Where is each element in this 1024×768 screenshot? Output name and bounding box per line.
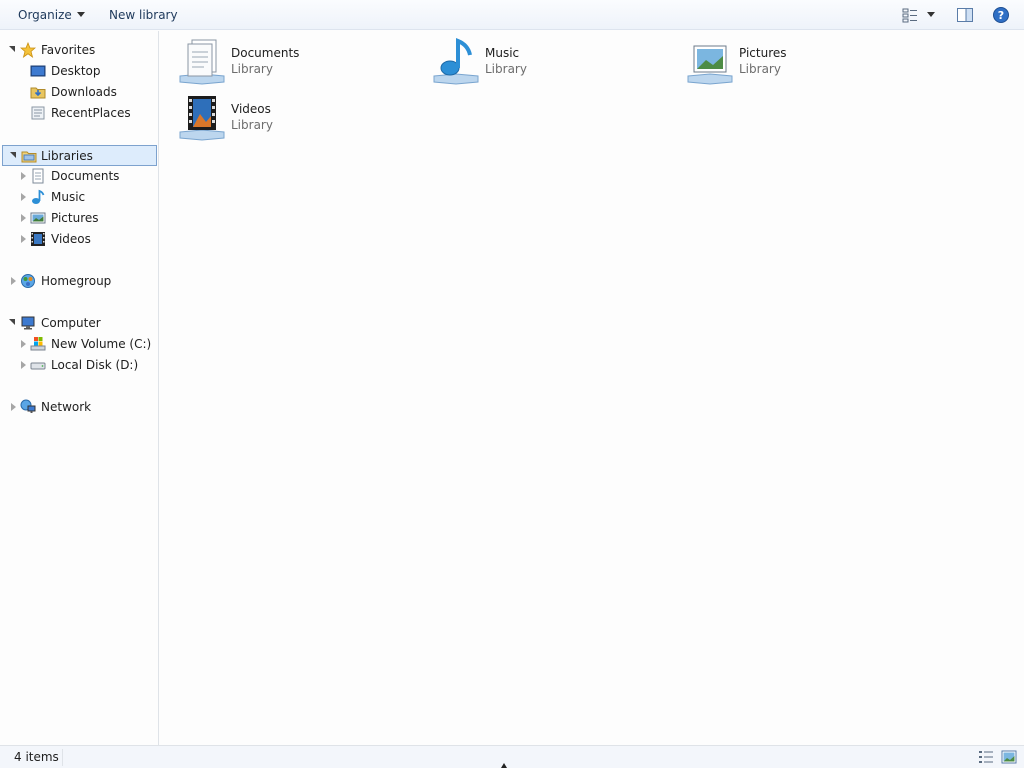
videos-icon xyxy=(30,231,46,247)
documents-icon xyxy=(30,168,46,184)
tile-type: Library xyxy=(485,62,527,76)
tile-name: Pictures xyxy=(739,46,787,60)
star-icon xyxy=(19,41,37,58)
nav-network-label: Network xyxy=(41,400,92,414)
tile-type: Library xyxy=(739,62,781,76)
nav-item-label: Music xyxy=(51,190,86,204)
expand-arrow-icon[interactable] xyxy=(21,172,26,180)
pictures-library-icon xyxy=(686,38,734,86)
nav-item-documents[interactable]: Documents xyxy=(0,166,157,187)
preview-pane-icon[interactable] xyxy=(956,6,974,24)
documents-library-icon xyxy=(178,38,226,86)
chevron-down-icon xyxy=(76,12,85,17)
expand-arrow-icon[interactable] xyxy=(21,235,26,243)
help-icon[interactable]: ? xyxy=(992,6,1010,24)
computer-icon xyxy=(20,315,36,331)
status-separator xyxy=(62,749,63,766)
expand-arrow-icon[interactable] xyxy=(21,340,26,348)
nav-item-pictures[interactable]: Pictures xyxy=(0,208,157,229)
nav-item-label: RecentPlaces xyxy=(51,106,131,120)
homegroup-icon xyxy=(20,273,36,289)
library-tile-videos[interactable]: Videos Library xyxy=(178,94,418,146)
drive-icon xyxy=(30,336,46,352)
expand-arrow-icon[interactable] xyxy=(21,193,26,201)
pictures-icon xyxy=(30,210,46,226)
library-tile-pictures[interactable]: Pictures Library xyxy=(686,38,926,90)
nav-item-label: Downloads xyxy=(51,85,117,99)
large-icons-view-icon[interactable] xyxy=(1001,750,1017,764)
nav-item-videos[interactable]: Videos xyxy=(0,229,157,250)
nav-libraries-label: Libraries xyxy=(41,149,93,163)
nav-homegroup[interactable]: Homegroup xyxy=(0,271,157,292)
nav-item-label: Documents xyxy=(51,169,120,183)
expand-arrow-icon[interactable] xyxy=(21,361,26,369)
music-library-icon xyxy=(432,38,480,86)
nav-item-new-volume-c[interactable]: New Volume (C:) xyxy=(0,334,157,355)
nav-item-label: Videos xyxy=(51,232,91,246)
desktop-icon xyxy=(30,63,46,79)
svg-text:?: ? xyxy=(998,9,1004,22)
tile-type: Library xyxy=(231,62,273,76)
nav-item-recentplaces[interactable]: RecentPlaces xyxy=(0,103,157,124)
recent-places-icon xyxy=(30,105,46,121)
details-view-icon[interactable] xyxy=(978,750,994,764)
organize-label: Organize xyxy=(18,8,72,22)
expand-arrow-icon[interactable] xyxy=(21,214,26,222)
command-bar: Organize New library ? xyxy=(0,0,1024,30)
nav-item-label: Local Disk (D:) xyxy=(51,358,139,372)
organize-button[interactable]: Organize xyxy=(18,7,85,23)
expand-arrow-icon[interactable] xyxy=(11,277,16,285)
nav-favorites-label: Favorites xyxy=(41,43,96,57)
music-icon xyxy=(30,189,46,205)
nav-item-label: Pictures xyxy=(51,211,99,225)
library-tile-documents[interactable]: Documents Library xyxy=(178,38,418,90)
nav-network[interactable]: Network xyxy=(0,397,157,418)
mouse-cursor xyxy=(501,763,507,768)
navigation-pane xyxy=(0,31,158,745)
item-count: 4 items xyxy=(14,750,59,764)
videos-library-icon xyxy=(178,94,226,142)
nav-item-downloads[interactable]: Downloads xyxy=(0,82,157,103)
nav-libraries[interactable]: Libraries xyxy=(2,145,157,166)
tile-name: Music xyxy=(485,46,520,60)
status-bar: 4 items xyxy=(0,745,1024,768)
tile-name: Videos xyxy=(231,102,271,116)
downloads-icon xyxy=(30,84,46,100)
libraries-icon xyxy=(21,148,37,164)
nav-homegroup-label: Homegroup xyxy=(41,274,112,288)
nav-computer-label: Computer xyxy=(41,316,101,330)
views-dropdown-icon[interactable] xyxy=(927,12,935,17)
tile-name: Documents xyxy=(231,46,300,60)
tile-type: Library xyxy=(231,118,273,132)
nav-favorites[interactable]: Favorites xyxy=(0,40,157,61)
disk-icon xyxy=(30,357,46,373)
network-icon xyxy=(20,399,36,415)
nav-item-desktop[interactable]: Desktop xyxy=(0,61,157,82)
new-library-button[interactable]: New library xyxy=(109,7,178,23)
nav-item-label: Desktop xyxy=(51,64,101,78)
pane-divider[interactable] xyxy=(158,31,159,745)
expand-arrow-icon[interactable] xyxy=(9,319,15,325)
nav-computer[interactable]: Computer xyxy=(0,313,157,334)
nav-item-music[interactable]: Music xyxy=(0,187,157,208)
change-view-icon[interactable] xyxy=(901,6,919,24)
library-tile-music[interactable]: Music Library xyxy=(432,38,672,90)
nav-item-label: New Volume (C:) xyxy=(51,337,152,351)
expand-arrow-icon[interactable] xyxy=(9,46,15,52)
expand-arrow-icon[interactable] xyxy=(11,403,16,411)
nav-item-local-disk-d[interactable]: Local Disk (D:) xyxy=(0,355,157,376)
expand-arrow-icon[interactable] xyxy=(10,152,16,158)
